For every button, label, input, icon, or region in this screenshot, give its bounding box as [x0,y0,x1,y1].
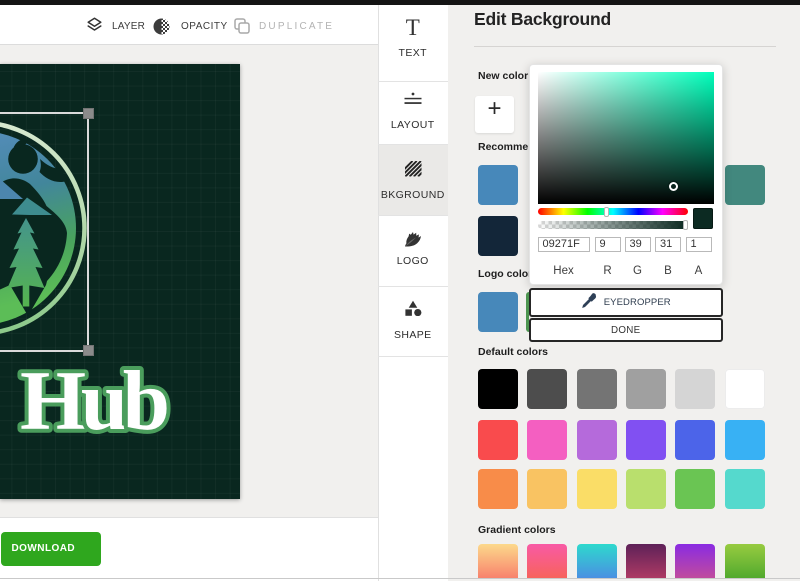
svg-text:Hub: Hub [20,354,170,448]
